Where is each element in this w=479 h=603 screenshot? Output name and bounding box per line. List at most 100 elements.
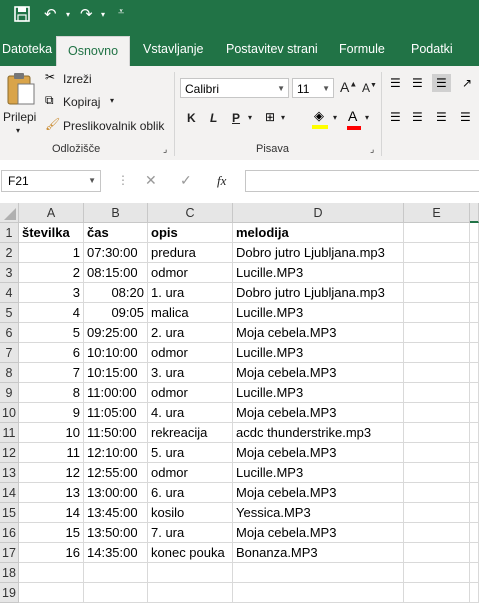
column-header-e[interactable]: E: [404, 203, 470, 223]
cell-d16[interactable]: Moja cebela.MP3: [233, 523, 404, 543]
cell-a18[interactable]: [19, 563, 84, 583]
row-header[interactable]: 2: [0, 243, 19, 263]
italic-button[interactable]: L: [210, 111, 217, 125]
customize-icon[interactable]: ⩡: [118, 6, 124, 19]
cell-b9[interactable]: 11:00:00: [84, 383, 148, 403]
cell-d5[interactable]: Lucille.MP3: [233, 303, 404, 323]
cell-e2[interactable]: [404, 243, 470, 263]
copy-button[interactable]: Kopiraj: [63, 95, 100, 109]
cell-f9[interactable]: [470, 383, 479, 403]
cell-b8[interactable]: 10:15:00: [84, 363, 148, 383]
cell-d12[interactable]: Moja cebela.MP3: [233, 443, 404, 463]
row-header[interactable]: 12: [0, 443, 19, 463]
cell-c3[interactable]: odmor: [148, 263, 233, 283]
cell-f2[interactable]: [470, 243, 479, 263]
cell-f14[interactable]: [470, 483, 479, 503]
cell-f8[interactable]: [470, 363, 479, 383]
cell-b17[interactable]: 14:35:00: [84, 543, 148, 563]
cell-a14[interactable]: 13: [19, 483, 84, 503]
bold-button[interactable]: K: [187, 111, 196, 125]
cell-b16[interactable]: 13:50:00: [84, 523, 148, 543]
cell-e5[interactable]: [404, 303, 470, 323]
tab-datoteka[interactable]: Datoteka: [2, 32, 52, 66]
cell-e17[interactable]: [404, 543, 470, 563]
cell-e8[interactable]: [404, 363, 470, 383]
cell-a9[interactable]: 8: [19, 383, 84, 403]
cell-e14[interactable]: [404, 483, 470, 503]
cell-f3[interactable]: [470, 263, 479, 283]
cell-d7[interactable]: Lucille.MP3: [233, 343, 404, 363]
column-header-d[interactable]: D: [233, 203, 404, 223]
cell-b10[interactable]: 11:05:00: [84, 403, 148, 423]
row-header[interactable]: 10: [0, 403, 19, 423]
cell-e15[interactable]: [404, 503, 470, 523]
cell-f15[interactable]: [470, 503, 479, 523]
cell-c15[interactable]: kosilo: [148, 503, 233, 523]
cell-b3[interactable]: 08:15:00: [84, 263, 148, 283]
align-center-icon[interactable]: ☰: [412, 110, 423, 124]
cell-f1[interactable]: [470, 223, 479, 243]
cell-b18[interactable]: [84, 563, 148, 583]
cell-c13[interactable]: odmor: [148, 463, 233, 483]
font-size-select[interactable]: 11 ▼: [292, 78, 334, 98]
cell-b4[interactable]: 08:20: [84, 283, 148, 303]
cell-e3[interactable]: [404, 263, 470, 283]
save-icon[interactable]: [14, 6, 30, 26]
cell-a6[interactable]: 5: [19, 323, 84, 343]
chevron-down-icon[interactable]: ▾: [248, 113, 252, 122]
cell-d19[interactable]: [233, 583, 404, 603]
cell-a4[interactable]: 3: [19, 283, 84, 303]
chevron-down-icon[interactable]: ▾: [66, 10, 70, 19]
orientation-icon[interactable]: ↗: [462, 76, 472, 90]
cell-f13[interactable]: [470, 463, 479, 483]
cell-d13[interactable]: Lucille.MP3: [233, 463, 404, 483]
cell-d4[interactable]: Dobro jutro Ljubljana.mp3: [233, 283, 404, 303]
cell-a1[interactable]: številka: [19, 223, 84, 243]
row-header[interactable]: 16: [0, 523, 19, 543]
grow-font-button[interactable]: A▲: [340, 79, 357, 95]
column-header-a[interactable]: A: [19, 203, 84, 223]
cell-f17[interactable]: [470, 543, 479, 563]
chevron-down-icon[interactable]: ▾: [365, 113, 369, 122]
enter-icon[interactable]: ✓: [180, 172, 192, 189]
cell-a17[interactable]: 16: [19, 543, 84, 563]
cancel-icon[interactable]: ✕: [145, 172, 157, 189]
chevron-down-icon[interactable]: ▾: [281, 113, 285, 122]
cell-d15[interactable]: Yessica.MP3: [233, 503, 404, 523]
cell-e12[interactable]: [404, 443, 470, 463]
cell-f18[interactable]: [470, 563, 479, 583]
column-header-b[interactable]: B: [84, 203, 148, 223]
cell-d18[interactable]: [233, 563, 404, 583]
cell-f7[interactable]: [470, 343, 479, 363]
chevron-down-icon[interactable]: ▾: [333, 113, 337, 122]
cell-b1[interactable]: čas: [84, 223, 148, 243]
cell-e16[interactable]: [404, 523, 470, 543]
align-middle-icon[interactable]: ☰: [412, 76, 423, 90]
cell-b5[interactable]: 09:05: [84, 303, 148, 323]
font-color-icon[interactable]: A: [347, 108, 361, 130]
cell-c17[interactable]: konec pouka: [148, 543, 233, 563]
cell-c18[interactable]: [148, 563, 233, 583]
cell-b2[interactable]: 07:30:00: [84, 243, 148, 263]
row-header[interactable]: 19: [0, 583, 19, 603]
cell-c6[interactable]: 2. ura: [148, 323, 233, 343]
cell-e6[interactable]: [404, 323, 470, 343]
cell-a13[interactable]: 12: [19, 463, 84, 483]
chevron-down-icon[interactable]: ▾: [110, 96, 114, 105]
cell-e9[interactable]: [404, 383, 470, 403]
cell-c14[interactable]: 6. ura: [148, 483, 233, 503]
align-top-icon[interactable]: ☰: [390, 76, 401, 90]
font-name-select[interactable]: Calibri ▼: [180, 78, 289, 98]
align-right-icon[interactable]: ☰: [436, 110, 447, 124]
row-header[interactable]: 8: [0, 363, 19, 383]
cell-b19[interactable]: [84, 583, 148, 603]
cell-e1[interactable]: [404, 223, 470, 243]
format-painter-button[interactable]: Preslikovalnik oblik: [63, 119, 164, 133]
cell-e19[interactable]: [404, 583, 470, 603]
row-header[interactable]: 9: [0, 383, 19, 403]
cell-f11[interactable]: [470, 423, 479, 443]
cell-a7[interactable]: 6: [19, 343, 84, 363]
dialog-launcher-icon[interactable]: ⌟: [370, 144, 374, 155]
insert-function-button[interactable]: fx: [217, 173, 226, 189]
tab-formule[interactable]: Formule: [339, 32, 385, 66]
